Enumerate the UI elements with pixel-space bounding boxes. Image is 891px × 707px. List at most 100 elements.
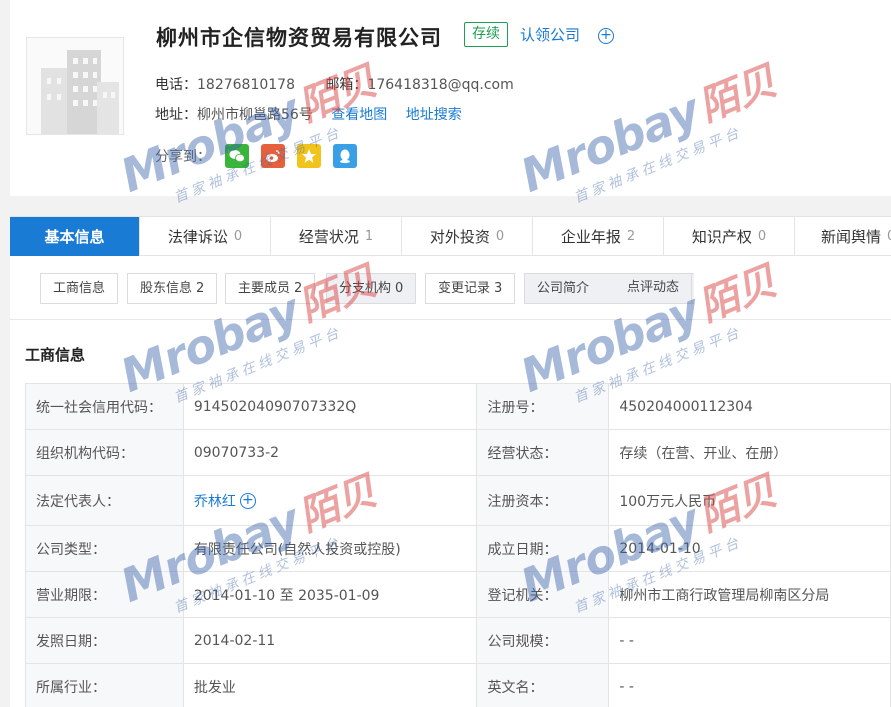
tab-label: 知识产权: [691, 228, 752, 246]
subtab-reviews[interactable]: 点评动态: [615, 273, 693, 304]
subtab-count: 2: [294, 281, 303, 296]
field-label: 公司类型：: [26, 526, 184, 571]
table-row: 统一社会信用代码： 91450204090707332Q 注册号： 450204…: [26, 384, 891, 430]
status-badge: 存续: [464, 22, 508, 47]
company-logo: [26, 37, 124, 135]
business-info-section: 工商信息 统一社会信用代码： 91450204090707332Q 注册号： 4…: [10, 320, 891, 707]
field-value: 100万元人民币: [609, 476, 891, 525]
address-search-link[interactable]: 地址搜索: [406, 107, 462, 123]
subtab-changes[interactable]: 变更记录 3: [425, 273, 516, 304]
add-plus-icon[interactable]: +: [598, 28, 614, 44]
subtab-label: 工商信息: [53, 281, 106, 296]
subtab-shareholders[interactable]: 股东信息 2: [127, 273, 218, 304]
legal-rep-cell: 乔林红 +: [184, 476, 478, 525]
wechat-icon[interactable]: [225, 144, 249, 168]
claim-company-link[interactable]: 认领公司: [520, 24, 580, 45]
field-value: - -: [609, 664, 891, 707]
contact-row: 电话：18276810178 邮箱：176418318@qq.com: [155, 74, 514, 94]
field-label: 所属行业：: [26, 664, 184, 707]
subtab-branches[interactable]: 分支机构 0: [326, 273, 417, 304]
subtab-label: 点评动态: [627, 280, 680, 295]
legal-rep-link[interactable]: 乔林红: [194, 491, 236, 511]
subtab-label: 主要成员: [238, 281, 291, 296]
tab-legal[interactable]: 法律诉讼 0: [140, 217, 271, 256]
tab-label: 法律诉讼: [167, 228, 228, 246]
qq-icon[interactable]: [333, 144, 357, 168]
tab-label: 经营状况: [298, 228, 359, 246]
field-label: 成立日期：: [477, 526, 610, 571]
subtab-label: 公司简介: [537, 281, 590, 296]
phone-label: 电话：: [155, 77, 197, 93]
sub-tabs: 工商信息 股东信息 2 主要成员 2 分支机构 0 变更记录 3 公司简介 点评动态: [10, 256, 891, 320]
field-value: 450204000112304: [609, 384, 891, 429]
qzone-icon[interactable]: [297, 144, 321, 168]
subtab-label: 分支机构: [339, 281, 392, 296]
field-label: 登记机关：: [477, 572, 610, 617]
add-plus-icon[interactable]: +: [239, 492, 256, 509]
tab-label: 企业年报: [560, 228, 621, 246]
address-row: 地址：柳州市柳邕路56号 查看地图 地址搜索: [155, 104, 462, 124]
subtab-label: 变更记录: [438, 281, 491, 296]
tab-annual-report[interactable]: 企业年报 2: [533, 217, 664, 256]
company-name: 柳州市企信物资贸易有限公司: [156, 26, 442, 50]
share-label: 分享到：: [155, 149, 211, 165]
section-title: 工商信息: [25, 346, 86, 364]
field-label: 经营状态：: [477, 430, 610, 475]
email-value: 176418318@qq.com: [367, 77, 514, 93]
table-row: 公司类型： 有限责任公司(自然人投资或控股) 成立日期： 2014-01-10: [26, 526, 891, 572]
field-value: 91450204090707332Q: [184, 384, 478, 429]
field-label: 发照日期：: [26, 618, 184, 663]
view-map-link[interactable]: 查看地图: [331, 107, 387, 123]
phone-value: 18276810178: [197, 77, 295, 93]
tab-count: 0: [233, 229, 243, 244]
main-tabs: 基本信息 法律诉讼 0 经营状况 1 对外投资 0 企业年报 2 知识产权 0 新闻舆情 0: [10, 216, 891, 256]
subtab-count: 2: [196, 281, 205, 296]
field-label: 注册号：: [477, 384, 610, 429]
field-value: 批发业: [184, 664, 478, 707]
field-value: 2014-01-10 至 2035-01-09: [184, 572, 478, 617]
field-label: 法定代表人：: [26, 476, 184, 525]
tab-investment[interactable]: 对外投资 0: [402, 217, 533, 256]
table-row: 发照日期： 2014-02-11 公司规模： - -: [26, 618, 891, 664]
subtab-count: 0: [395, 281, 404, 296]
table-row: 所属行业： 批发业 英文名： - -: [26, 664, 891, 707]
weibo-icon[interactable]: [261, 144, 285, 168]
field-label: 营业期限：: [26, 572, 184, 617]
field-value: 有限责任公司(自然人投资或控股): [184, 526, 478, 571]
field-label: 组织机构代码：: [26, 430, 184, 475]
field-value: 09070733-2: [184, 430, 478, 475]
tab-label: 基本信息: [44, 228, 105, 246]
tab-count: 0: [887, 229, 891, 244]
field-value: 2014-02-11: [184, 618, 478, 663]
company-header: 柳州市企信物资贸易有限公司 存续 认领公司 + 电话：18276810178 邮…: [10, 0, 891, 196]
field-value: 2014-01-10: [609, 526, 891, 571]
business-info-table: 统一社会信用代码： 91450204090707332Q 注册号： 450204…: [25, 383, 891, 707]
tab-label: 对外投资: [429, 228, 490, 246]
tab-operations[interactable]: 经营状况 1: [271, 217, 402, 256]
field-value: 柳州市工商行政管理局柳南区分局: [609, 572, 891, 617]
table-row: 组织机构代码： 09070733-2 经营状态： 存续（在营、开业、在册）: [26, 430, 891, 476]
address-value: 柳州市柳邕路56号: [197, 107, 313, 123]
tab-news[interactable]: 新闻舆情 0: [795, 217, 891, 256]
table-row: 营业期限： 2014-01-10 至 2035-01-09 登记机关： 柳州市工…: [26, 572, 891, 618]
building-icon: [41, 50, 119, 134]
email-label: 邮箱：: [325, 77, 368, 93]
field-label: 英文名：: [477, 664, 610, 707]
field-value: - -: [609, 618, 891, 663]
tab-count: 2: [626, 229, 636, 244]
tab-count: 0: [495, 229, 505, 244]
tab-basic-info[interactable]: 基本信息: [10, 217, 140, 256]
subtab-key-members[interactable]: 主要成员 2: [225, 273, 316, 304]
tab-label: 新闻舆情: [821, 228, 882, 246]
subtab-business-info[interactable]: 工商信息: [40, 273, 119, 304]
field-label: 统一社会信用代码：: [26, 384, 184, 429]
subtab-label: 股东信息: [140, 281, 193, 296]
field-value: 存续（在营、开业、在册）: [609, 430, 891, 475]
table-row: 法定代表人： 乔林红 + 注册资本： 100万元人民币: [26, 476, 891, 526]
address-label: 地址：: [155, 107, 197, 123]
tab-ip[interactable]: 知识产权 0: [664, 217, 795, 256]
share-row: 分享到：: [155, 144, 357, 168]
field-label: 公司规模：: [477, 618, 610, 663]
tab-count: 1: [364, 229, 374, 244]
field-label: 注册资本：: [477, 476, 610, 525]
